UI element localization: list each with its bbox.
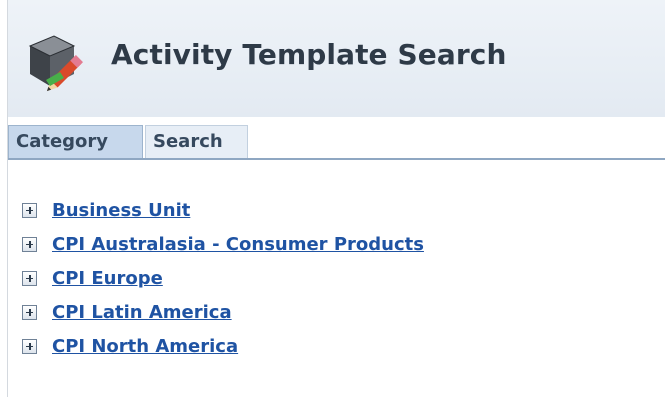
app-frame: Activity Template Search Category Search… <box>7 0 665 397</box>
expand-plus-icon[interactable] <box>22 236 37 252</box>
tree-node-link[interactable]: CPI Australasia - Consumer Products <box>52 234 424 255</box>
tree-node: CPI North America <box>22 329 424 363</box>
tree-node-link[interactable]: CPI Europe <box>52 268 163 289</box>
tab-category[interactable]: Category <box>8 125 143 158</box>
tab-search[interactable]: Search <box>145 125 248 158</box>
tree-node-link[interactable]: CPI North America <box>52 336 238 357</box>
tree-node: CPI Latin America <box>22 295 424 329</box>
cube-pencil-icon <box>28 35 83 92</box>
page-header: Activity Template Search <box>8 0 665 117</box>
expand-plus-icon[interactable] <box>22 338 37 354</box>
tree-node-link[interactable]: Business Unit <box>52 200 190 221</box>
tree-node: Business Unit <box>22 193 424 227</box>
tree-node-link[interactable]: CPI Latin America <box>52 302 232 323</box>
tree-node: CPI Australasia - Consumer Products <box>22 227 424 261</box>
expand-plus-icon[interactable] <box>22 270 37 286</box>
category-tree: Business Unit CPI Australasia - Consumer… <box>22 193 424 363</box>
expand-plus-icon[interactable] <box>22 304 37 320</box>
tree-node: CPI Europe <box>22 261 424 295</box>
expand-plus-icon[interactable] <box>22 202 37 218</box>
tab-strip: Category Search <box>8 117 665 160</box>
page-title: Activity Template Search <box>111 38 507 71</box>
